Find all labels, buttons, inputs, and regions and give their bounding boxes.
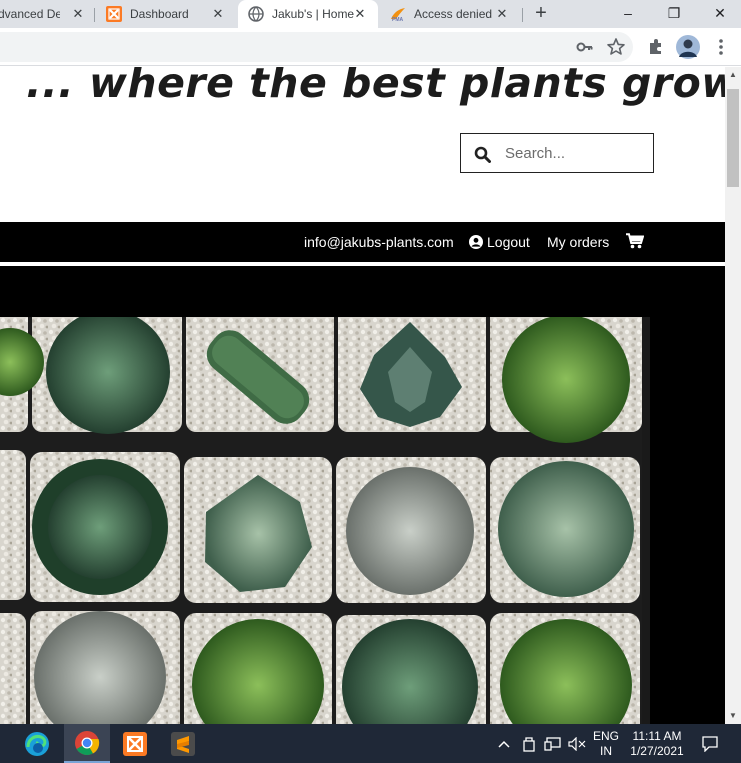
tab-label: Jakub's | Home	[272, 7, 354, 21]
key-icon[interactable]	[575, 37, 595, 57]
svg-text:PMA: PMA	[392, 17, 404, 22]
tab-strip: Advanced Dev ✕ Dashboard ✕ Jakub's | Hom…	[0, 0, 741, 28]
taskbar-chrome[interactable]	[64, 724, 110, 763]
taskbar-edge[interactable]	[14, 724, 60, 763]
close-window-button[interactable]: ✕	[697, 0, 741, 28]
scroll-up-arrow-icon[interactable]: ▲	[725, 67, 741, 83]
chrome-icon	[75, 730, 100, 755]
profile-avatar[interactable]	[676, 35, 700, 59]
language-region: IN	[600, 743, 612, 758]
succulents-grid-image	[0, 317, 650, 724]
page-viewport: ... where the best plants grow info@jaku…	[0, 67, 725, 724]
language-indicator[interactable]: ENG IN	[590, 724, 622, 763]
xampp-icon	[123, 731, 147, 756]
cart-icon	[626, 233, 644, 249]
tab-label: Access denied	[414, 7, 492, 21]
tab-close-icon[interactable]: ✕	[210, 6, 226, 22]
search-box[interactable]	[460, 133, 654, 173]
tab-jakubs-home[interactable]: Jakub's | Home ✕	[238, 0, 378, 28]
address-bar[interactable]	[0, 32, 633, 62]
clock-date: 1/27/2021	[630, 743, 684, 758]
search-icon	[474, 146, 491, 163]
tab-label: Dashboard	[130, 7, 189, 21]
top-navbar: info@jakubs-plants.com Logout My orders	[0, 222, 725, 262]
extensions-icon[interactable]	[646, 37, 666, 57]
tab-close-icon[interactable]: ✕	[352, 6, 368, 22]
sublime-icon	[171, 731, 195, 756]
volume-muted-icon[interactable]	[566, 724, 588, 763]
scrollbar-thumb[interactable]	[727, 89, 739, 187]
hero-banner	[0, 266, 725, 724]
restore-button[interactable]: ❐	[651, 0, 697, 28]
scroll-down-arrow-icon[interactable]: ▼	[725, 708, 741, 724]
logout-link[interactable]: Logout	[469, 234, 530, 250]
globe-icon	[248, 6, 264, 22]
onedrive-icon[interactable]	[518, 724, 540, 763]
network-icon[interactable]	[542, 724, 564, 763]
minimize-button[interactable]: –	[605, 0, 651, 28]
search-input[interactable]	[505, 142, 645, 164]
xampp-icon	[106, 6, 122, 22]
browser-toolbar	[0, 28, 741, 66]
tray-chevron-up-icon[interactable]	[494, 724, 514, 763]
clock-time: 11:11 AM	[632, 728, 682, 743]
windows-taskbar: ENG IN 11:11 AM 1/27/2021	[0, 724, 741, 763]
phpmyadmin-icon: PMA	[391, 8, 405, 22]
tab-close-icon[interactable]: ✕	[494, 6, 510, 22]
tab-close-icon[interactable]: ✕	[70, 6, 86, 22]
tab-advanced-dev[interactable]: Advanced Dev ✕	[0, 0, 92, 28]
notifications-icon[interactable]	[698, 724, 722, 763]
page-scrollbar[interactable]: ▲ ▼	[725, 67, 741, 724]
language-code: ENG	[592, 728, 619, 743]
user-circle-icon	[469, 235, 483, 249]
clock[interactable]: 11:11 AM 1/27/2021	[626, 724, 688, 763]
taskbar-sublime[interactable]	[160, 724, 206, 763]
email-link[interactable]: info@jakubs-plants.com	[304, 234, 454, 250]
logout-label: Logout	[487, 234, 530, 250]
tab-label: Advanced Dev	[0, 7, 60, 21]
tab-dashboard[interactable]: Dashboard ✕	[96, 0, 236, 28]
edge-icon	[25, 731, 49, 756]
new-tab-button[interactable]: +	[530, 2, 552, 24]
star-icon[interactable]	[606, 37, 626, 57]
hero-image	[0, 317, 650, 724]
site-slogan: ... where the best plants grow	[26, 67, 725, 107]
cart-link[interactable]	[626, 233, 644, 249]
menu-icon[interactable]	[711, 37, 731, 57]
taskbar-xampp[interactable]	[112, 724, 158, 763]
tab-access-denied[interactable]: PMA Access denied ✕	[380, 0, 520, 28]
my-orders-link[interactable]: My orders	[547, 234, 609, 250]
